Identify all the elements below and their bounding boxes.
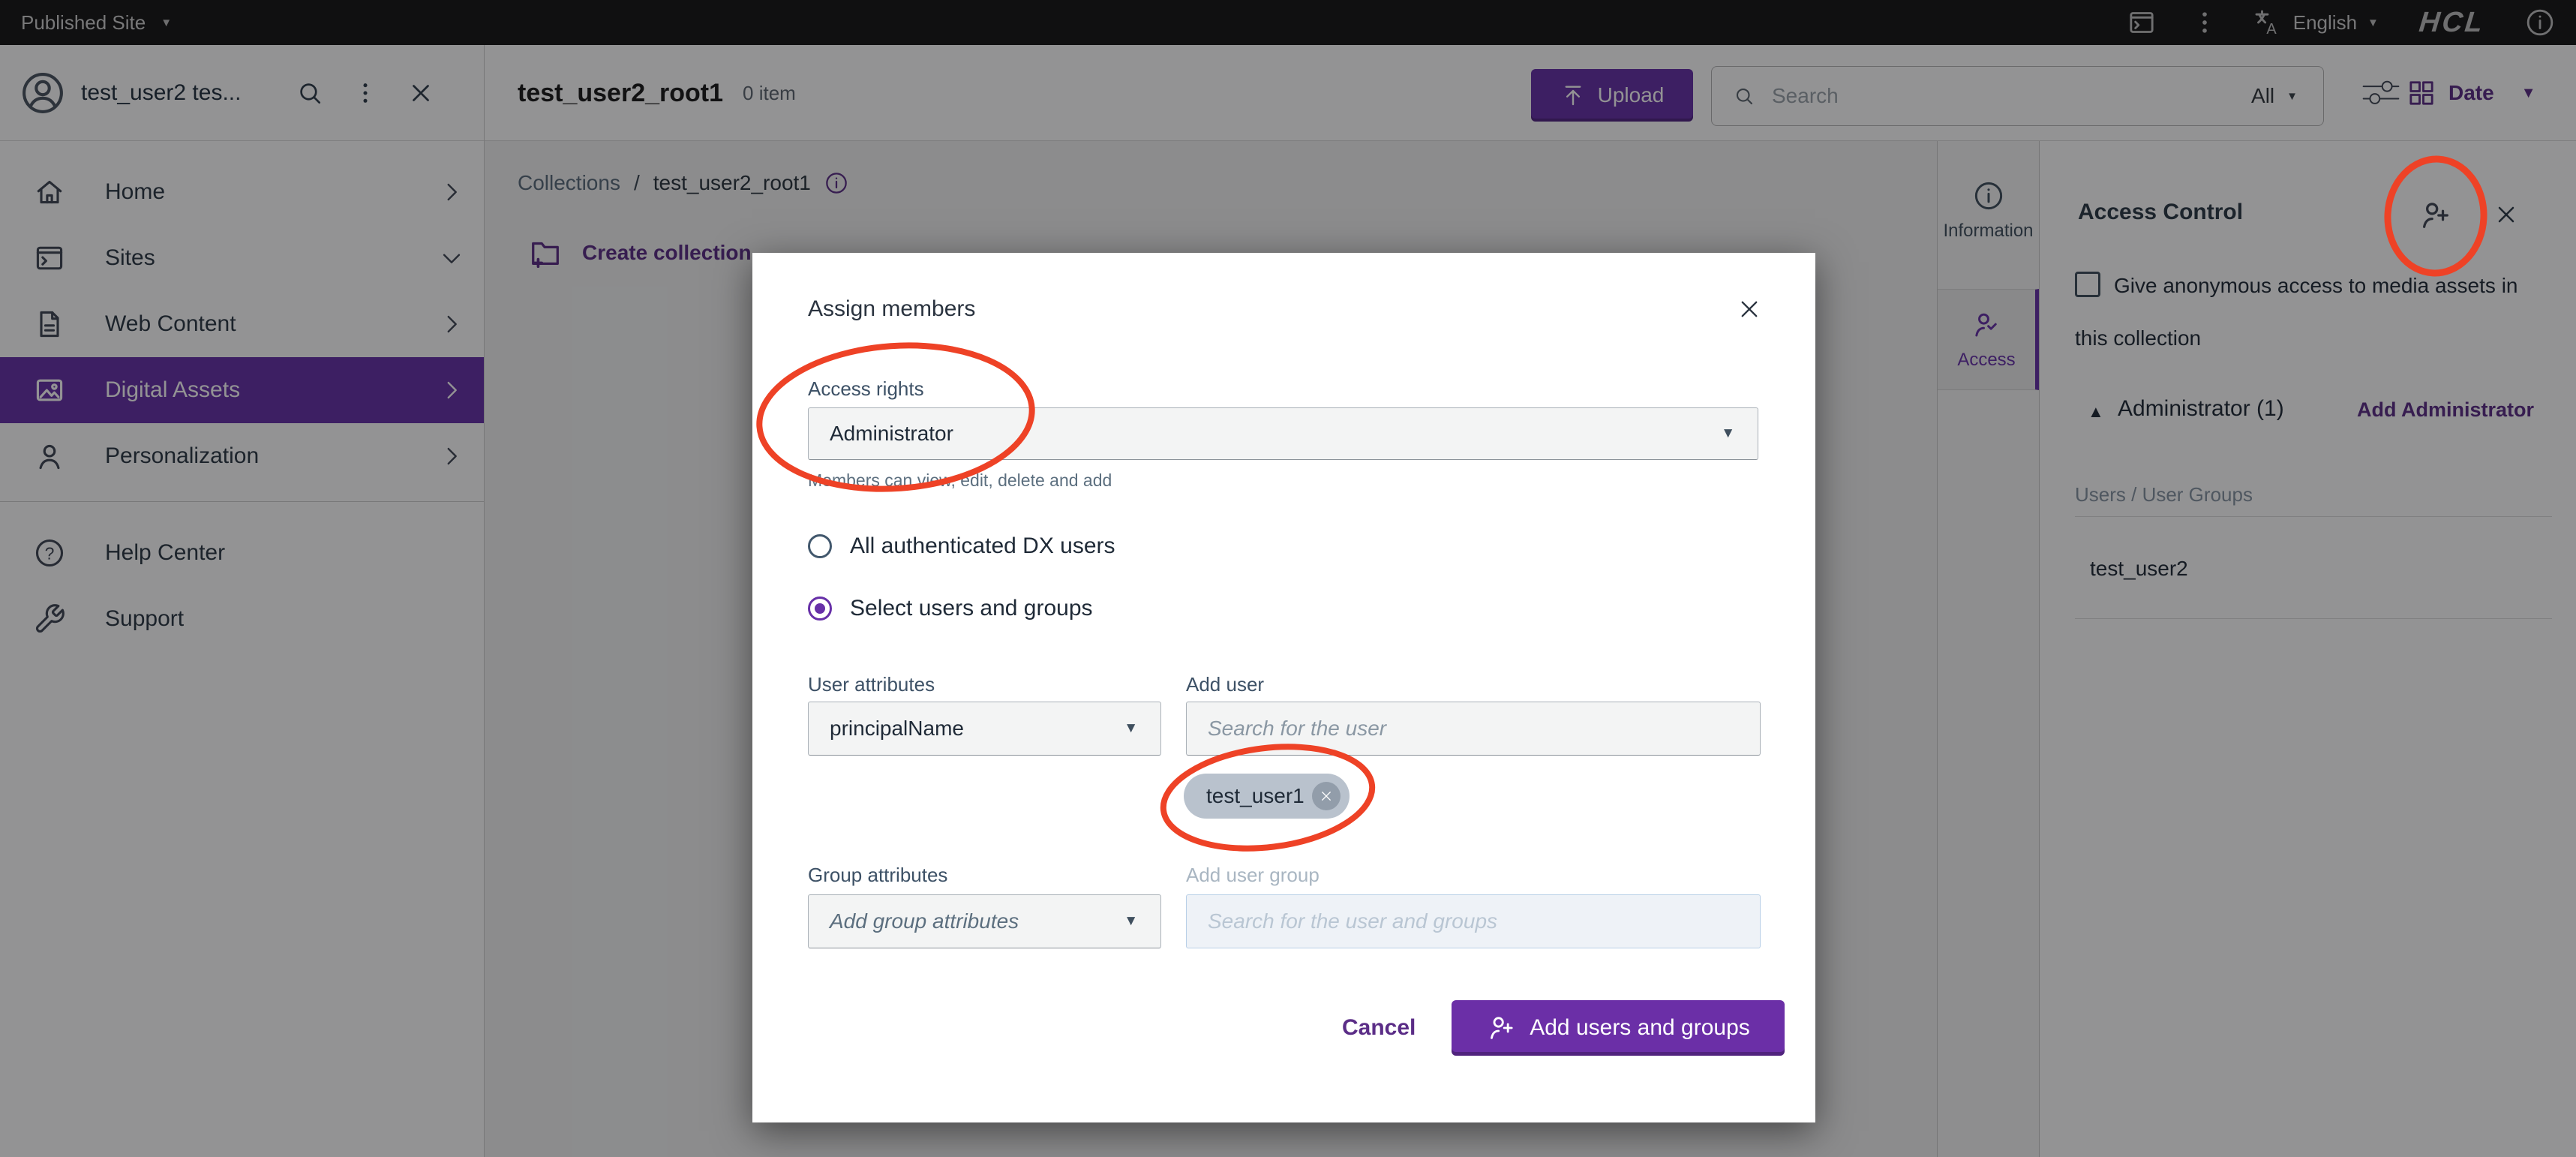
selected-user-chip[interactable]: test_user1	[1184, 774, 1350, 819]
radio-all-authenticated[interactable]: All authenticated DX users	[808, 533, 1115, 559]
access-rights-dropdown[interactable]: Administrator ▼	[808, 407, 1758, 460]
add-user-input[interactable]	[1186, 702, 1761, 756]
chevron-down-icon: ▼	[1721, 425, 1735, 442]
chevron-down-icon: ▼	[1124, 720, 1138, 737]
modal-title: Assign members	[808, 296, 975, 322]
add-users-and-groups-button[interactable]: Add users and groups	[1452, 1000, 1785, 1056]
user-attributes-value: principalName	[830, 717, 964, 741]
group-attributes-dropdown[interactable]: Add group attributes ▼	[808, 894, 1161, 948]
radio-label: All authenticated DX users	[850, 533, 1115, 559]
chevron-down-icon: ▼	[1124, 913, 1138, 930]
radio-label: Select users and groups	[850, 596, 1093, 621]
close-icon[interactable]	[1737, 296, 1762, 322]
user-attributes-dropdown[interactable]: principalName ▼	[808, 702, 1161, 756]
access-rights-helper: Members can view, edit, delete and add	[808, 470, 1112, 491]
chip-remove-icon[interactable]	[1312, 782, 1341, 810]
submit-label: Add users and groups	[1530, 1015, 1750, 1041]
group-attributes-label: Group attributes	[808, 864, 947, 887]
group-attributes-placeholder: Add group attributes	[830, 909, 1019, 933]
radio-select-users[interactable]: Select users and groups	[808, 596, 1093, 621]
cancel-button[interactable]: Cancel	[1342, 1015, 1416, 1041]
add-user-label: Add user	[1186, 673, 1264, 696]
chip-label: test_user1	[1206, 784, 1305, 808]
user-attributes-label: User attributes	[808, 673, 935, 696]
access-rights-label: Access rights	[808, 377, 924, 401]
add-user-group-label: Add user group	[1186, 864, 1320, 887]
add-user-group-input[interactable]	[1186, 894, 1761, 948]
access-rights-value: Administrator	[830, 422, 953, 446]
radio-selected-icon	[808, 597, 832, 621]
radio-icon	[808, 534, 832, 558]
assign-members-modal: Assign members Access rights Administrat…	[752, 253, 1815, 1122]
